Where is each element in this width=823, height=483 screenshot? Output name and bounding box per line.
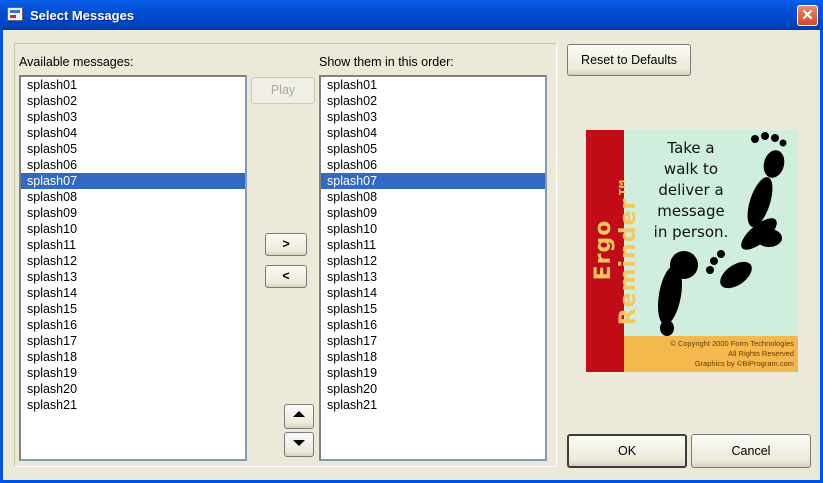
list-item[interactable]: splash20 (321, 381, 545, 397)
list-item[interactable]: splash14 (321, 285, 545, 301)
list-item[interactable]: splash19 (21, 365, 245, 381)
available-messages-label: Available messages: (19, 55, 134, 69)
splash-brand-logo: Ergo Reminder™ (591, 174, 641, 326)
remove-message-button[interactable]: < (265, 265, 307, 288)
play-button[interactable]: Play (251, 77, 315, 104)
list-item[interactable]: splash20 (21, 381, 245, 397)
list-item[interactable]: splash10 (321, 221, 545, 237)
title-bar[interactable]: Select Messages ✕ (0, 0, 823, 30)
list-item[interactable]: splash13 (321, 269, 545, 285)
list-item[interactable]: splash02 (321, 93, 545, 109)
splash-preview: Ergo Reminder™ Take a walk to deliver a … (586, 130, 798, 372)
move-up-icon (293, 411, 305, 417)
list-item[interactable]: splash04 (21, 125, 245, 141)
select-messages-dialog: Select Messages ✕ Available messages: sp… (0, 0, 823, 483)
list-item[interactable]: splash15 (21, 301, 245, 317)
list-item[interactable]: splash01 (21, 77, 245, 93)
move-down-button[interactable] (284, 432, 314, 457)
list-item[interactable]: splash06 (21, 157, 245, 173)
list-item[interactable]: splash21 (321, 397, 545, 413)
list-item[interactable]: splash03 (21, 109, 245, 125)
list-item[interactable]: splash01 (321, 77, 545, 93)
list-item[interactable]: splash19 (321, 365, 545, 381)
list-item[interactable]: splash14 (21, 285, 245, 301)
list-item[interactable]: splash13 (21, 269, 245, 285)
splash-copyright-line: Graphics by ©BiProgram.com (694, 359, 794, 368)
list-item[interactable]: splash03 (321, 109, 545, 125)
list-item[interactable]: splash12 (321, 253, 545, 269)
list-item[interactable]: splash08 (321, 189, 545, 205)
splash-copyright-line: All Rights Reserved (728, 349, 794, 358)
splash-copyright: © Copyright 2000 Form Technologies All R… (624, 336, 798, 372)
cancel-button[interactable]: Cancel (691, 434, 811, 468)
list-item[interactable]: splash07 (321, 173, 545, 189)
list-item[interactable]: splash15 (321, 301, 545, 317)
move-up-button[interactable] (284, 404, 314, 429)
list-item[interactable]: splash16 (21, 317, 245, 333)
list-item[interactable]: splash06 (321, 157, 545, 173)
list-item[interactable]: splash09 (321, 205, 545, 221)
available-messages-list[interactable]: splash01 splash02 splash03 splash04 splash05… (19, 75, 247, 461)
list-item[interactable]: splash04 (321, 125, 545, 141)
window-title: Select Messages (30, 8, 135, 23)
list-item[interactable]: splash18 (321, 349, 545, 365)
ok-button[interactable]: OK (567, 434, 687, 468)
add-message-button[interactable]: > (265, 233, 307, 256)
list-item[interactable]: splash10 (21, 221, 245, 237)
list-item[interactable]: splash09 (21, 205, 245, 221)
app-icon (7, 7, 23, 21)
list-item[interactable]: splash16 (321, 317, 545, 333)
close-button[interactable]: ✕ (797, 5, 818, 26)
list-item[interactable]: splash18 (21, 349, 245, 365)
show-order-label: Show them in this order: (319, 55, 454, 69)
list-item[interactable]: splash05 (321, 141, 545, 157)
list-item[interactable]: splash08 (21, 189, 245, 205)
list-item[interactable]: splash11 (21, 237, 245, 253)
list-item[interactable]: splash17 (321, 333, 545, 349)
list-item[interactable]: splash21 (21, 397, 245, 413)
move-down-icon (293, 440, 305, 446)
list-item[interactable]: splash02 (21, 93, 245, 109)
list-item[interactable]: splash05 (21, 141, 245, 157)
reset-to-defaults-button[interactable]: Reset to Defaults (567, 44, 691, 76)
list-item[interactable]: splash12 (21, 253, 245, 269)
show-order-list[interactable]: splash01 splash02 splash03 splash04 splash05… (319, 75, 547, 461)
footprints-icon (657, 132, 787, 336)
list-item[interactable]: splash17 (21, 333, 245, 349)
list-item[interactable]: splash11 (321, 237, 545, 253)
list-item[interactable]: splash07 (21, 173, 245, 189)
splash-copyright-line: © Copyright 2000 Form Technologies (670, 339, 794, 348)
